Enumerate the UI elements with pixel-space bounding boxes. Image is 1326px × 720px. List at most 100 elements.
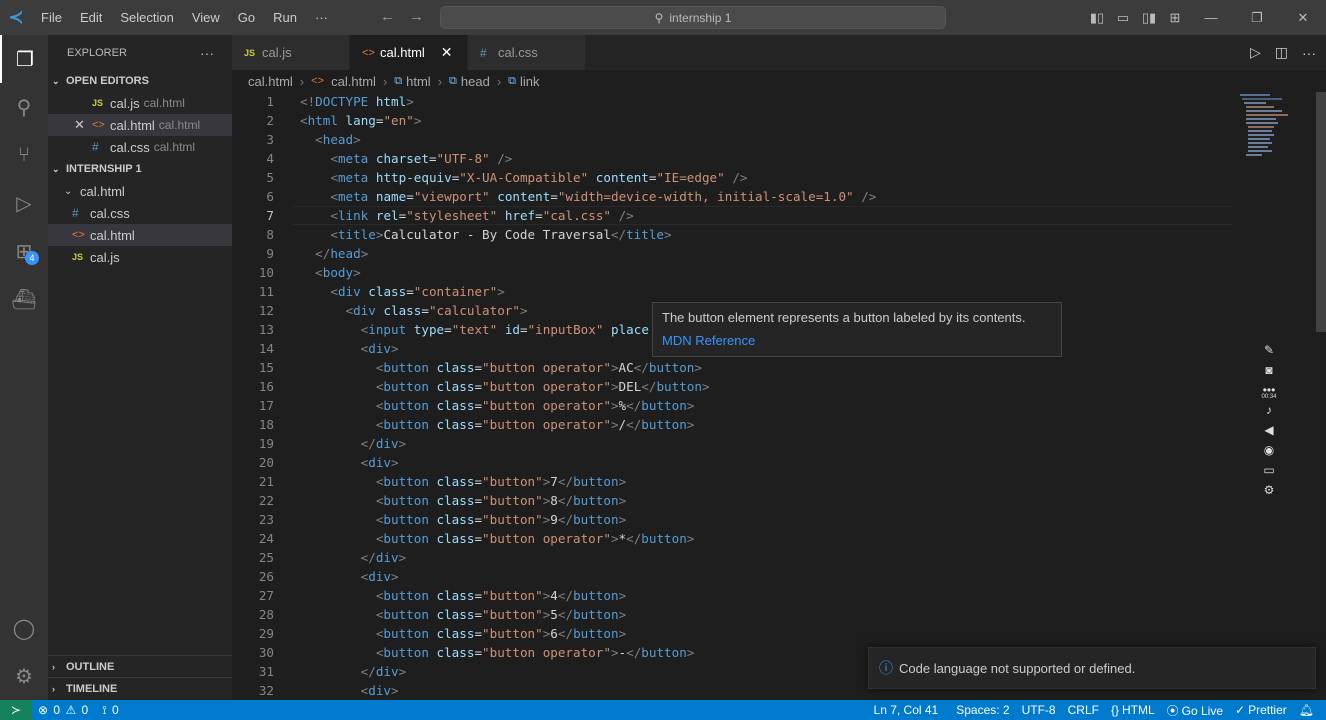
remote-indicator-icon[interactable]: ≻ xyxy=(0,700,32,720)
code-line[interactable]: 7 <link rel="stylesheet" href="cal.css" … xyxy=(232,206,1232,225)
breadcrumb-item[interactable]: html xyxy=(406,74,431,89)
warning-icon: ⚠ xyxy=(65,703,77,717)
menu-item[interactable]: ··· xyxy=(306,10,337,25)
menu-item[interactable]: Go xyxy=(229,10,264,25)
code-line[interactable]: 10 <body> xyxy=(232,263,1232,282)
code-line[interactable]: 3 <head> xyxy=(232,130,1232,149)
folder-row[interactable]: ⌄ cal.html xyxy=(48,180,232,202)
file-item[interactable]: JS cal.js xyxy=(48,246,232,268)
notification-toast[interactable]: ⓘ Code language not supported or defined… xyxy=(868,647,1316,689)
run-icon[interactable]: ▷ xyxy=(1250,44,1261,61)
open-editor-item[interactable]: # cal.css cal.html xyxy=(48,136,232,158)
camera-icon[interactable]: ◙ xyxy=(1258,360,1280,380)
code-line[interactable]: 8 <title>Calculator - By Code Traversal<… xyxy=(232,225,1232,244)
code-line[interactable]: 23 <button class="button">9</button> xyxy=(232,510,1232,529)
pen-icon[interactable]: ✎ xyxy=(1258,340,1280,360)
code-line[interactable]: 24 <button class="button operator">*</bu… xyxy=(232,529,1232,548)
code-editor[interactable]: 1 <!DOCTYPE html> 2 <html lang="en"> 3 <head… xyxy=(232,92,1326,700)
code-line[interactable]: 1 <!DOCTYPE html> xyxy=(232,92,1232,111)
microphone-icon[interactable]: ♪ xyxy=(1258,400,1280,420)
prettier-button[interactable]: ✓ Prettier xyxy=(1229,703,1293,717)
project-section[interactable]: ⌄ INTERNSHIP 1 xyxy=(48,158,232,180)
code-line[interactable]: 5 <meta http-equiv="X-UA-Compatible" con… xyxy=(232,168,1232,187)
code-line[interactable]: 9 </head> xyxy=(232,244,1232,263)
customize-layout-icon[interactable]: ⊞ xyxy=(1162,10,1188,26)
minimap[interactable] xyxy=(1240,92,1300,162)
tab-js[interactable]: JS cal.js xyxy=(232,35,350,70)
open-editor-item[interactable]: ✕ <> cal.html cal.html xyxy=(48,114,232,136)
minimize-button[interactable]: — xyxy=(1188,10,1234,25)
file-item[interactable]: <> cal.html xyxy=(48,224,232,246)
accounts-icon[interactable]: ◯ xyxy=(0,604,48,652)
split-editor-icon[interactable]: ◫ xyxy=(1275,44,1288,61)
docker-icon[interactable]: ⛴ xyxy=(0,275,48,323)
tab-css[interactable]: # cal.css xyxy=(468,35,586,70)
menu-item[interactable]: View xyxy=(183,10,229,25)
problems-indicator[interactable]: ⊗ 0 ⚠ 0 xyxy=(32,703,96,717)
menu-item[interactable]: Edit xyxy=(71,10,111,25)
explorer-icon[interactable]: ❐ xyxy=(0,35,48,83)
close-tab-icon[interactable]: ✕ xyxy=(441,44,453,61)
go-live-button[interactable]: ⦿ Go Live xyxy=(1161,702,1229,719)
mdn-reference-link[interactable]: MDN Reference xyxy=(662,333,1052,348)
outline-section[interactable]: › OUTLINE xyxy=(48,655,232,677)
code-line[interactable]: 29 <button class="button">6</button> xyxy=(232,624,1232,643)
cursor-position[interactable]: Ln 7, Col 41 xyxy=(868,703,945,717)
code-line[interactable]: 16 <button class="button operator">DEL</… xyxy=(232,377,1232,396)
file-item[interactable]: # cal.css xyxy=(48,202,232,224)
menu-item[interactable]: Run xyxy=(264,10,306,25)
screen-icon[interactable]: ▭ xyxy=(1258,460,1280,480)
timeline-section[interactable]: › TIMELINE xyxy=(48,677,232,699)
encoding[interactable]: UTF-8 xyxy=(1016,703,1062,717)
code-line[interactable]: 26 <div> xyxy=(232,567,1232,586)
notifications-bell-icon[interactable]: 🔔︎ xyxy=(1293,703,1320,717)
manage-gear-icon[interactable]: ⚙ xyxy=(0,652,48,700)
breadcrumb-item[interactable]: cal.html xyxy=(248,74,293,89)
code-line[interactable]: 4 <meta charset="UTF-8" /> xyxy=(232,149,1232,168)
close-icon[interactable]: ✕ xyxy=(74,117,92,133)
run-debug-icon[interactable]: ▷ xyxy=(0,179,48,227)
restore-button[interactable]: ❐ xyxy=(1234,10,1280,26)
command-center-search[interactable]: ⚲ internship 1 xyxy=(440,6,946,29)
breadcrumb-item[interactable]: head xyxy=(461,74,490,89)
forward-arrow-icon[interactable]: → xyxy=(409,8,424,25)
breadcrumb-item[interactable]: cal.html xyxy=(331,74,376,89)
search-view-icon[interactable]: ⚲ xyxy=(0,83,48,131)
breadcrumb-item[interactable]: link xyxy=(520,74,540,89)
more-actions-icon[interactable]: ··· xyxy=(1302,45,1316,61)
code-line[interactable]: 18 <button class="button operator">/</bu… xyxy=(232,415,1232,434)
code-line[interactable]: 20 <div> xyxy=(232,453,1232,472)
source-control-icon[interactable]: ⑂ xyxy=(0,131,48,179)
open-editor-item[interactable]: JS cal.js cal.html xyxy=(48,92,232,114)
settings-gear-icon[interactable]: ⚙ xyxy=(1258,480,1280,500)
menu-item[interactable]: Selection xyxy=(111,10,182,25)
code-line[interactable]: 21 <button class="button">7</button> xyxy=(232,472,1232,491)
more-actions-icon[interactable]: ··· xyxy=(200,45,214,61)
close-window-button[interactable]: ✕ xyxy=(1280,10,1326,26)
extensions-icon[interactable]: ⊞ 4 xyxy=(0,227,48,275)
code-line[interactable]: 27 <button class="button">4</button> xyxy=(232,586,1232,605)
webcam-icon[interactable]: ◉ xyxy=(1258,440,1280,460)
toggle-panel-icon[interactable]: ▭ xyxy=(1110,10,1136,26)
code-line[interactable]: 6 <meta name="viewport" content="width=d… xyxy=(232,187,1232,206)
language-mode[interactable]: {} HTML xyxy=(1105,703,1161,717)
code-line[interactable]: 15 <button class="button operator">AC</b… xyxy=(232,358,1232,377)
code-line[interactable]: 28 <button class="button">5</button> xyxy=(232,605,1232,624)
line-ending[interactable]: CRLF xyxy=(1062,703,1105,717)
code-line[interactable]: 11 <div class="container"> xyxy=(232,282,1232,301)
code-line[interactable]: 17 <button class="button operator">%</bu… xyxy=(232,396,1232,415)
indentation[interactable]: Spaces: 2 xyxy=(950,703,1015,717)
toggle-secondary-sidebar-icon[interactable]: ▯▮ xyxy=(1136,10,1162,26)
back-arrow-icon[interactable]: ← xyxy=(380,8,395,25)
open-editors-section[interactable]: ⌄ OPEN EDITORS xyxy=(48,70,232,92)
code-line[interactable]: 2 <html lang="en"> xyxy=(232,111,1232,130)
speaker-icon[interactable]: ◀ xyxy=(1258,420,1280,440)
tab-html[interactable]: <> cal.html ✕ xyxy=(350,35,468,70)
code-line[interactable]: 19 </div> xyxy=(232,434,1232,453)
code-line[interactable]: 25 </div> xyxy=(232,548,1232,567)
menu-item[interactable]: File xyxy=(32,10,71,25)
toggle-sidebar-icon[interactable]: ▮▯ xyxy=(1084,10,1110,26)
vertical-scrollbar[interactable] xyxy=(1316,92,1326,332)
code-line[interactable]: 22 <button class="button">8</button> xyxy=(232,491,1232,510)
ports-indicator[interactable]: ⟟ 0 xyxy=(96,703,127,718)
